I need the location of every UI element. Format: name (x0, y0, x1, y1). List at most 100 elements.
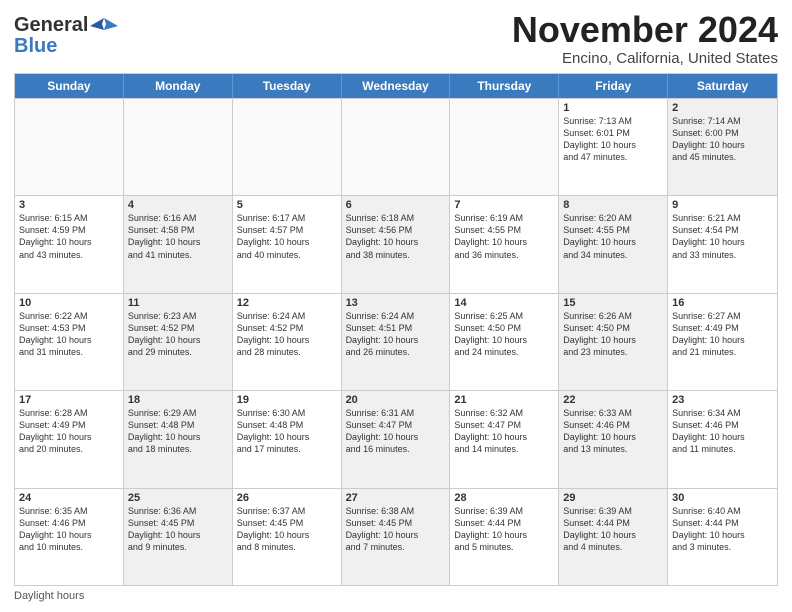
day-info: Sunrise: 6:26 AM Sunset: 4:50 PM Dayligh… (563, 310, 663, 359)
day-info: Sunrise: 7:13 AM Sunset: 6:01 PM Dayligh… (563, 115, 663, 164)
calendar: Sunday Monday Tuesday Wednesday Thursday… (14, 73, 778, 586)
calendar-row-3: 17Sunrise: 6:28 AM Sunset: 4:49 PM Dayli… (15, 390, 777, 487)
day-number: 15 (563, 297, 663, 309)
day-info: Sunrise: 6:19 AM Sunset: 4:55 PM Dayligh… (454, 212, 554, 261)
day-info: Sunrise: 6:18 AM Sunset: 4:56 PM Dayligh… (346, 212, 446, 261)
day-info: Sunrise: 6:31 AM Sunset: 4:47 PM Dayligh… (346, 407, 446, 456)
calendar-cell: 30Sunrise: 6:40 AM Sunset: 4:44 PM Dayli… (668, 489, 777, 585)
day-info: Sunrise: 6:29 AM Sunset: 4:48 PM Dayligh… (128, 407, 228, 456)
day-info: Sunrise: 6:15 AM Sunset: 4:59 PM Dayligh… (19, 212, 119, 261)
day-number: 19 (237, 394, 337, 406)
day-info: Sunrise: 6:16 AM Sunset: 4:58 PM Dayligh… (128, 212, 228, 261)
calendar-cell: 9Sunrise: 6:21 AM Sunset: 4:54 PM Daylig… (668, 196, 777, 292)
day-number: 30 (672, 492, 773, 504)
calendar-cell: 13Sunrise: 6:24 AM Sunset: 4:51 PM Dayli… (342, 294, 451, 390)
day-number: 27 (346, 492, 446, 504)
calendar-cell: 25Sunrise: 6:36 AM Sunset: 4:45 PM Dayli… (124, 489, 233, 585)
calendar-row-2: 10Sunrise: 6:22 AM Sunset: 4:53 PM Dayli… (15, 293, 777, 390)
day-number: 28 (454, 492, 554, 504)
weekday-tuesday: Tuesday (233, 74, 342, 98)
day-info: Sunrise: 6:21 AM Sunset: 4:54 PM Dayligh… (672, 212, 773, 261)
calendar-cell: 12Sunrise: 6:24 AM Sunset: 4:52 PM Dayli… (233, 294, 342, 390)
day-info: Sunrise: 6:37 AM Sunset: 4:45 PM Dayligh… (237, 505, 337, 554)
day-info: Sunrise: 6:28 AM Sunset: 4:49 PM Dayligh… (19, 407, 119, 456)
logo-bird-icon (90, 16, 118, 36)
logo-text: General (14, 14, 118, 37)
weekday-friday: Friday (559, 74, 668, 98)
day-info: Sunrise: 6:36 AM Sunset: 4:45 PM Dayligh… (128, 505, 228, 554)
day-number: 20 (346, 394, 446, 406)
calendar-cell: 27Sunrise: 6:38 AM Sunset: 4:45 PM Dayli… (342, 489, 451, 585)
day-number: 9 (672, 199, 773, 211)
page: General Blue November 2024 Encino, Calif… (0, 0, 792, 612)
calendar-cell (124, 99, 233, 195)
day-number: 4 (128, 199, 228, 211)
header: General Blue November 2024 Encino, Calif… (14, 10, 778, 67)
calendar-cell: 21Sunrise: 6:32 AM Sunset: 4:47 PM Dayli… (450, 391, 559, 487)
day-info: Sunrise: 6:33 AM Sunset: 4:46 PM Dayligh… (563, 407, 663, 456)
day-number: 29 (563, 492, 663, 504)
logo-blue: Blue (14, 35, 57, 58)
calendar-header: Sunday Monday Tuesday Wednesday Thursday… (15, 74, 777, 98)
day-number: 10 (19, 297, 119, 309)
calendar-row-4: 24Sunrise: 6:35 AM Sunset: 4:46 PM Dayli… (15, 488, 777, 585)
title-block: November 2024 Encino, California, United… (512, 10, 778, 67)
day-number: 24 (19, 492, 119, 504)
day-number: 6 (346, 199, 446, 211)
calendar-cell: 2Sunrise: 7:14 AM Sunset: 6:00 PM Daylig… (668, 99, 777, 195)
calendar-cell: 24Sunrise: 6:35 AM Sunset: 4:46 PM Dayli… (15, 489, 124, 585)
day-info: Sunrise: 6:24 AM Sunset: 4:52 PM Dayligh… (237, 310, 337, 359)
day-number: 16 (672, 297, 773, 309)
day-info: Sunrise: 7:14 AM Sunset: 6:00 PM Dayligh… (672, 115, 773, 164)
day-info: Sunrise: 6:35 AM Sunset: 4:46 PM Dayligh… (19, 505, 119, 554)
day-info: Sunrise: 6:22 AM Sunset: 4:53 PM Dayligh… (19, 310, 119, 359)
day-info: Sunrise: 6:30 AM Sunset: 4:48 PM Dayligh… (237, 407, 337, 456)
calendar-cell: 28Sunrise: 6:39 AM Sunset: 4:44 PM Dayli… (450, 489, 559, 585)
day-number: 17 (19, 394, 119, 406)
weekday-sunday: Sunday (15, 74, 124, 98)
day-info: Sunrise: 6:39 AM Sunset: 4:44 PM Dayligh… (454, 505, 554, 554)
calendar-cell: 5Sunrise: 6:17 AM Sunset: 4:57 PM Daylig… (233, 196, 342, 292)
calendar-cell: 1Sunrise: 7:13 AM Sunset: 6:01 PM Daylig… (559, 99, 668, 195)
day-number: 5 (237, 199, 337, 211)
calendar-row-1: 3Sunrise: 6:15 AM Sunset: 4:59 PM Daylig… (15, 195, 777, 292)
calendar-cell (342, 99, 451, 195)
calendar-cell: 22Sunrise: 6:33 AM Sunset: 4:46 PM Dayli… (559, 391, 668, 487)
day-info: Sunrise: 6:23 AM Sunset: 4:52 PM Dayligh… (128, 310, 228, 359)
day-info: Sunrise: 6:20 AM Sunset: 4:55 PM Dayligh… (563, 212, 663, 261)
day-number: 25 (128, 492, 228, 504)
calendar-cell (233, 99, 342, 195)
legend-text: Daylight hours (14, 590, 84, 602)
calendar-cell: 10Sunrise: 6:22 AM Sunset: 4:53 PM Dayli… (15, 294, 124, 390)
month-title: November 2024 (512, 10, 778, 50)
calendar-row-0: 1Sunrise: 7:13 AM Sunset: 6:01 PM Daylig… (15, 98, 777, 195)
day-info: Sunrise: 6:38 AM Sunset: 4:45 PM Dayligh… (346, 505, 446, 554)
day-number: 22 (563, 394, 663, 406)
weekday-saturday: Saturday (668, 74, 777, 98)
day-info: Sunrise: 6:39 AM Sunset: 4:44 PM Dayligh… (563, 505, 663, 554)
calendar-cell: 3Sunrise: 6:15 AM Sunset: 4:59 PM Daylig… (15, 196, 124, 292)
location-title: Encino, California, United States (512, 50, 778, 67)
day-number: 8 (563, 199, 663, 211)
weekday-monday: Monday (124, 74, 233, 98)
calendar-cell (15, 99, 124, 195)
calendar-body: 1Sunrise: 7:13 AM Sunset: 6:01 PM Daylig… (15, 98, 777, 585)
day-info: Sunrise: 6:24 AM Sunset: 4:51 PM Dayligh… (346, 310, 446, 359)
calendar-cell: 20Sunrise: 6:31 AM Sunset: 4:47 PM Dayli… (342, 391, 451, 487)
calendar-cell: 7Sunrise: 6:19 AM Sunset: 4:55 PM Daylig… (450, 196, 559, 292)
day-number: 18 (128, 394, 228, 406)
day-number: 21 (454, 394, 554, 406)
calendar-cell: 11Sunrise: 6:23 AM Sunset: 4:52 PM Dayli… (124, 294, 233, 390)
day-number: 1 (563, 102, 663, 114)
calendar-cell: 15Sunrise: 6:26 AM Sunset: 4:50 PM Dayli… (559, 294, 668, 390)
day-number: 14 (454, 297, 554, 309)
day-number: 13 (346, 297, 446, 309)
calendar-cell: 6Sunrise: 6:18 AM Sunset: 4:56 PM Daylig… (342, 196, 451, 292)
day-info: Sunrise: 6:34 AM Sunset: 4:46 PM Dayligh… (672, 407, 773, 456)
calendar-cell (450, 99, 559, 195)
calendar-cell: 8Sunrise: 6:20 AM Sunset: 4:55 PM Daylig… (559, 196, 668, 292)
day-number: 3 (19, 199, 119, 211)
legend: Daylight hours (14, 590, 778, 602)
day-number: 23 (672, 394, 773, 406)
logo: General Blue (14, 10, 118, 58)
